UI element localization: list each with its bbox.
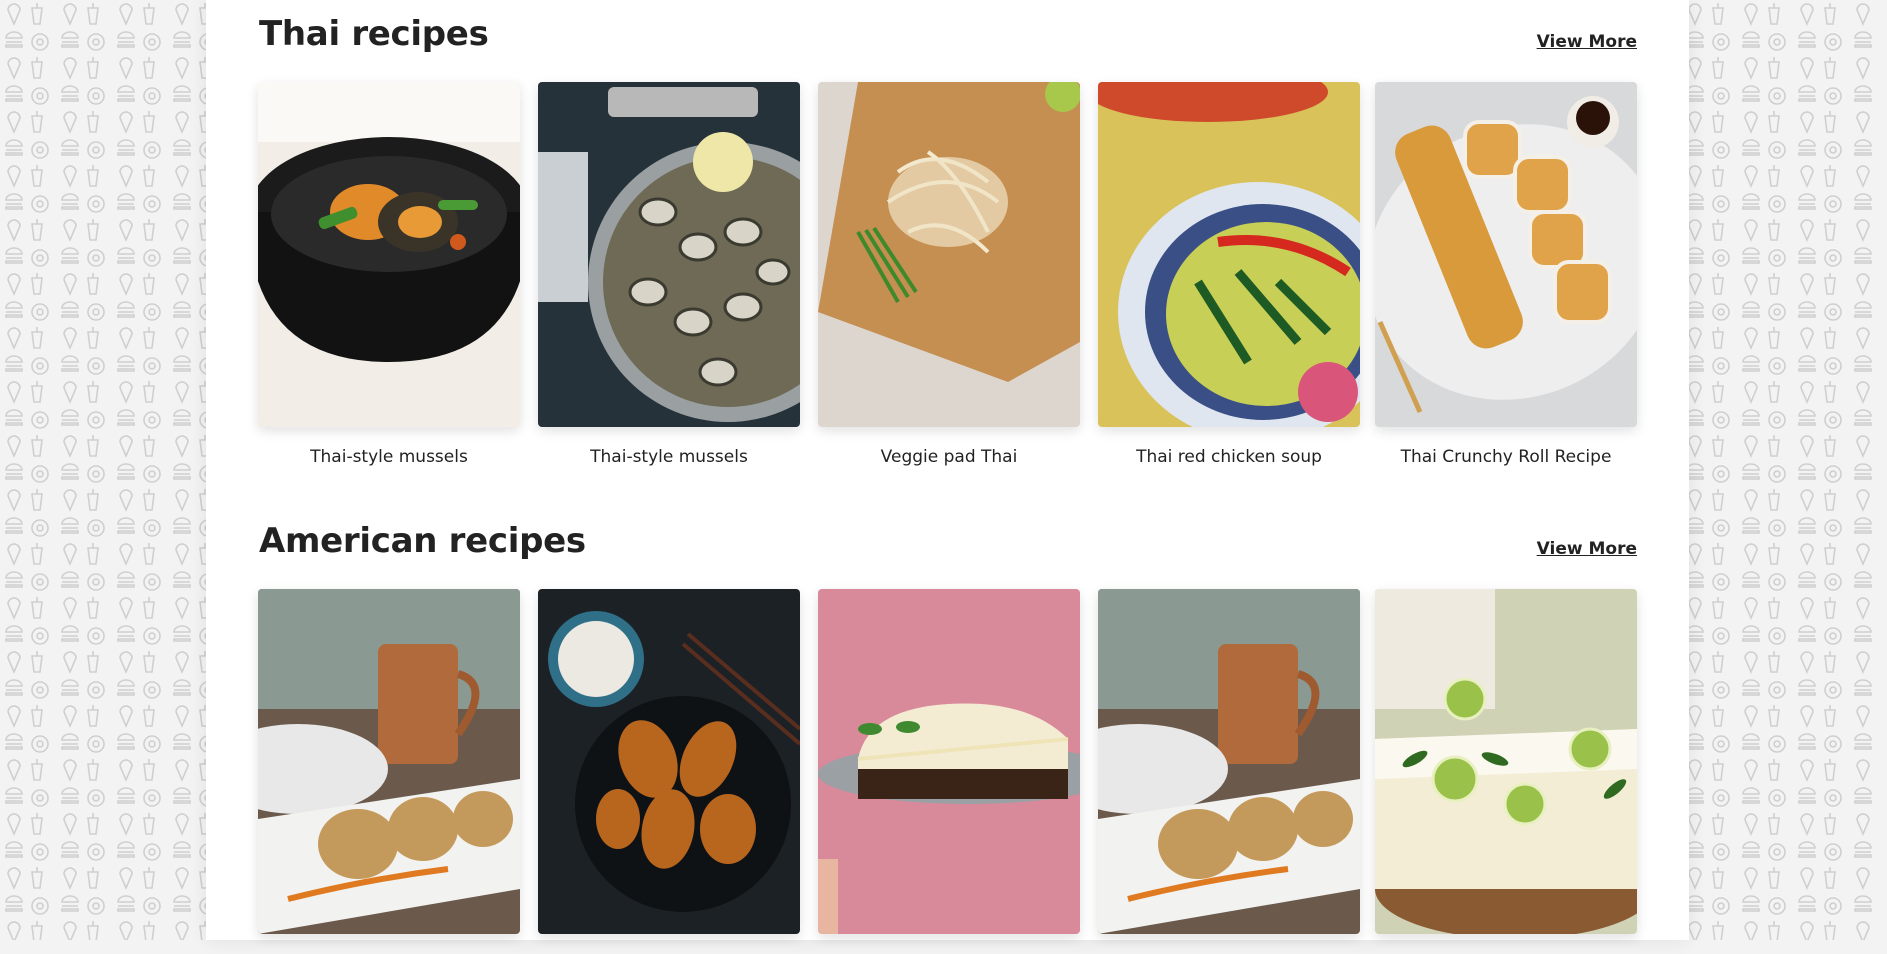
recipe-card-row: Thai-style mussels Thai-style mussels Ve… [258, 82, 1637, 467]
recipe-image-crab-cakes[interactable] [1098, 589, 1360, 934]
background-pattern-left [0, 0, 206, 940]
recipe-image-mussels[interactable] [258, 82, 520, 427]
recipe-card[interactable] [538, 589, 800, 954]
background-pattern-right [1681, 0, 1887, 940]
recipe-title[interactable]: Thai-style mussels [538, 447, 800, 467]
recipe-title[interactable]: Thai red chicken soup [1098, 447, 1360, 467]
recipe-section-american: American recipes View More [258, 507, 1637, 934]
section-header: Thai recipes View More [258, 0, 1637, 60]
section-title: Thai recipes [259, 14, 489, 54]
recipe-card[interactable]: Veggie pad Thai [818, 82, 1080, 467]
recipe-card[interactable] [818, 589, 1080, 954]
main-content: Thai recipes View More Thai-style mussel… [206, 0, 1689, 940]
section-header: American recipes View More [258, 507, 1637, 567]
recipe-card-row [258, 589, 1637, 949]
recipe-image-sushi-roll[interactable] [1375, 82, 1637, 427]
recipe-title[interactable]: Thai Crunchy Roll Recipe [1375, 447, 1637, 467]
recipe-card[interactable] [1098, 589, 1360, 954]
recipe-image-wings[interactable] [538, 589, 800, 934]
recipe-title[interactable]: Veggie pad Thai [818, 447, 1080, 467]
recipe-image-crab-cakes[interactable] [258, 589, 520, 934]
recipe-card[interactable]: Thai-style mussels [258, 82, 520, 467]
view-more-link[interactable]: View More [1537, 32, 1637, 52]
recipe-card[interactable] [258, 589, 520, 954]
recipe-image-pie[interactable] [818, 589, 1080, 934]
recipe-image-soup[interactable] [1098, 82, 1360, 427]
recipe-card[interactable]: Thai Crunchy Roll Recipe [1375, 82, 1637, 467]
recipe-image-pad-thai[interactable] [818, 82, 1080, 427]
recipe-card[interactable] [1375, 589, 1637, 954]
recipe-section-thai: Thai recipes View More Thai-style mussel… [258, 0, 1637, 467]
section-title: American recipes [259, 521, 586, 561]
recipe-image-lime-bars[interactable] [1375, 589, 1637, 934]
recipe-card[interactable]: Thai-style mussels [538, 82, 800, 467]
view-more-link[interactable]: View More [1537, 539, 1637, 559]
recipe-title[interactable]: Thai-style mussels [258, 447, 520, 467]
recipe-card[interactable]: Thai red chicken soup [1098, 82, 1360, 467]
recipe-image-clams[interactable] [538, 82, 800, 427]
